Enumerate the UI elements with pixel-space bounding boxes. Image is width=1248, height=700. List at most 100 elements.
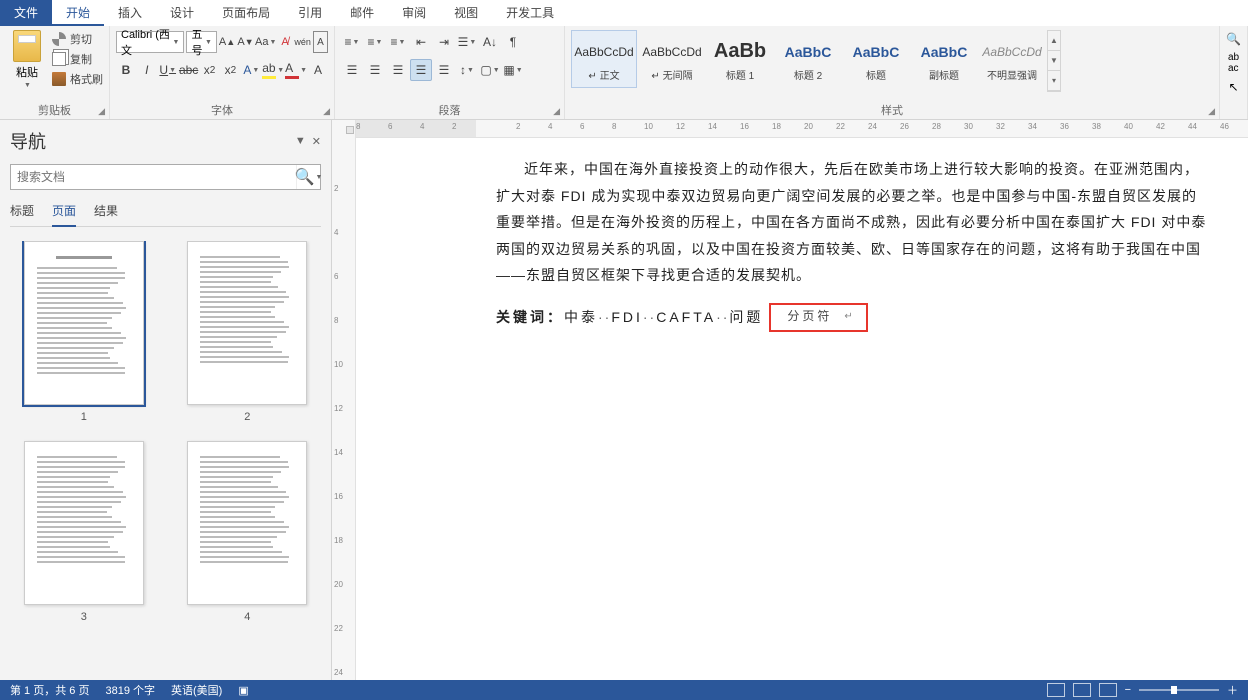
phonetic-guide-button[interactable]: wén	[294, 31, 311, 53]
italic-button[interactable]: I	[137, 59, 157, 81]
search-icon[interactable]: 🔍▼	[296, 165, 320, 189]
font-name-combo[interactable]: Calibri (西文▼	[116, 31, 184, 53]
page-thumbnail[interactable]	[187, 241, 307, 405]
group-paragraph: ≡▼ ≡▼ ≡▼ ⇤ ⇥ ☰▼ A↓ ¶ ☰ ☰ ☰ ☰ ☰ ↕▼ ▢▼ ▦▼ …	[335, 26, 565, 119]
font-color-button[interactable]: A▼	[285, 59, 307, 81]
search-input[interactable]	[11, 165, 296, 189]
tab-design[interactable]: 设计	[156, 0, 208, 26]
cut-button[interactable]: 剪切	[52, 30, 103, 48]
line-spacing-button[interactable]: ↕▼	[456, 59, 478, 81]
scroll-down-icon[interactable]: ▼	[1048, 51, 1060, 71]
copy-icon	[52, 52, 66, 66]
style-item[interactable]: AaBbCcDd↵ 无间隔	[639, 30, 705, 88]
tab-references[interactable]: 引用	[284, 0, 336, 26]
page-viewport[interactable]: 近年来，中国在海外直接投资上的动作很大，先后在欧美市场上进行较大影响的投资。在亚…	[356, 138, 1248, 680]
find-button[interactable]: 🔍	[1226, 32, 1241, 46]
superscript-button[interactable]: x2	[220, 59, 240, 81]
indent-inc-button[interactable]: ⇥	[433, 31, 455, 53]
close-icon[interactable]: ✕	[312, 135, 321, 148]
dialog-launcher-icon[interactable]: ◢	[98, 106, 105, 117]
ruler-selector-icon[interactable]	[346, 126, 354, 134]
style-item[interactable]: AaBb标题 1	[707, 30, 773, 88]
status-word-count[interactable]: 3819 个字	[105, 682, 155, 698]
align-center-button[interactable]: ☰	[364, 59, 386, 81]
replace-button[interactable]: abac	[1228, 52, 1239, 74]
dialog-launcher-icon[interactable]: ◢	[323, 106, 330, 117]
paste-button[interactable]: 粘贴 ▼	[6, 30, 48, 89]
numbering-button[interactable]: ≡▼	[364, 31, 386, 53]
tab-insert[interactable]: 插入	[104, 0, 156, 26]
borders-button[interactable]: ▦▼	[502, 59, 524, 81]
tab-layout[interactable]: 页面布局	[208, 0, 284, 26]
page-thumbnail[interactable]	[187, 441, 307, 605]
font-size-combo[interactable]: 五号▼	[186, 31, 216, 53]
align-right-button[interactable]: ☰	[387, 59, 409, 81]
shading-button[interactable]: ▢▼	[479, 59, 501, 81]
paste-icon	[13, 30, 41, 62]
strike-button[interactable]: abc	[179, 59, 199, 81]
shrink-font-button[interactable]: A▼	[237, 31, 253, 53]
distribute-button[interactable]: ☰	[433, 59, 455, 81]
document-paragraph[interactable]: 近年来，中国在海外直接投资上的动作很大，先后在欧美市场上进行较大影响的投资。在亚…	[496, 156, 1208, 289]
char-border-button[interactable]: A	[313, 31, 328, 53]
grow-font-button[interactable]: A▲	[219, 31, 235, 53]
macro-icon[interactable]: ▣	[238, 684, 248, 697]
copy-button[interactable]: 复制	[52, 50, 103, 68]
change-case-button[interactable]: Aa▼	[256, 31, 276, 53]
dialog-launcher-icon[interactable]: ◢	[553, 106, 560, 117]
page-thumbnail[interactable]	[24, 241, 144, 405]
nav-tab-pages[interactable]: 页面	[52, 202, 76, 227]
page-break-indicator: 分页符 ↵	[769, 303, 867, 332]
underline-button[interactable]: U▼	[158, 59, 178, 81]
sort-button[interactable]: A↓	[479, 31, 501, 53]
view-print-button[interactable]	[1073, 683, 1091, 697]
chevron-down-icon: ▼	[24, 82, 31, 89]
scroll-up-icon[interactable]: ▲	[1048, 31, 1060, 51]
styles-more-icon[interactable]: ▾	[1048, 71, 1060, 91]
indent-dec-button[interactable]: ⇤	[410, 31, 432, 53]
multilevel-button[interactable]: ≡▼	[387, 31, 409, 53]
zoom-slider[interactable]	[1139, 689, 1219, 691]
tab-view[interactable]: 视图	[440, 0, 492, 26]
justify-button[interactable]: ☰	[410, 59, 432, 81]
style-item[interactable]: AaBbCcDd不明显强调	[979, 30, 1045, 88]
chevron-down-icon[interactable]: ▼	[295, 135, 306, 148]
status-page[interactable]: 第 1 页，共 6 页	[10, 682, 89, 698]
style-item[interactable]: AaBbCcDd↵ 正文	[571, 30, 637, 88]
chevron-down-icon: ▼	[205, 39, 212, 46]
tab-review[interactable]: 审阅	[388, 0, 440, 26]
style-item[interactable]: AaBbC副标题	[911, 30, 977, 88]
select-button[interactable]: ↖	[1228, 80, 1238, 94]
nav-tab-results[interactable]: 结果	[94, 202, 118, 226]
nav-title: 导航	[10, 128, 46, 154]
keywords-line[interactable]: 关键词： 中泰 FDI CAFTA 问题 分页符 ↵	[496, 303, 1208, 332]
asian-layout-button[interactable]: ☰▼	[456, 31, 478, 53]
show-marks-button[interactable]: ¶	[502, 31, 524, 53]
ruler-vertical[interactable]: 24681012141618202224	[332, 120, 356, 680]
document-area: 24681012141618202224 8642246810121416182…	[332, 120, 1248, 680]
highlight-button[interactable]: ab▼	[262, 59, 284, 81]
zoom-in-button[interactable]: ＋	[1227, 682, 1238, 698]
zoom-out-button[interactable]: −	[1125, 684, 1131, 696]
tab-mailings[interactable]: 邮件	[336, 0, 388, 26]
page-thumbnail[interactable]	[24, 441, 144, 605]
ruler-horizontal[interactable]: 8642246810121416182022242628303234363840…	[356, 120, 1248, 138]
char-shading-button[interactable]: A	[308, 59, 328, 81]
bullets-button[interactable]: ≡▼	[341, 31, 363, 53]
style-item[interactable]: AaBbC标题 2	[775, 30, 841, 88]
tab-home[interactable]: 开始	[52, 0, 104, 26]
clear-format-button[interactable]: A̸	[278, 31, 293, 53]
tab-file[interactable]: 文件	[0, 0, 52, 26]
tab-developer[interactable]: 开发工具	[492, 0, 568, 26]
status-language[interactable]: 英语(美国)	[171, 682, 222, 698]
bold-button[interactable]: B	[116, 59, 136, 81]
view-web-button[interactable]	[1099, 683, 1117, 697]
style-item[interactable]: AaBbC标题	[843, 30, 909, 88]
align-left-button[interactable]: ☰	[341, 59, 363, 81]
nav-tab-headings[interactable]: 标题	[10, 202, 34, 226]
text-effects-button[interactable]: A▼	[241, 59, 261, 81]
dialog-launcher-icon[interactable]: ◢	[1208, 106, 1215, 117]
view-read-button[interactable]	[1047, 683, 1065, 697]
subscript-button[interactable]: x2	[200, 59, 220, 81]
format-painter-button[interactable]: 格式刷	[52, 70, 103, 88]
